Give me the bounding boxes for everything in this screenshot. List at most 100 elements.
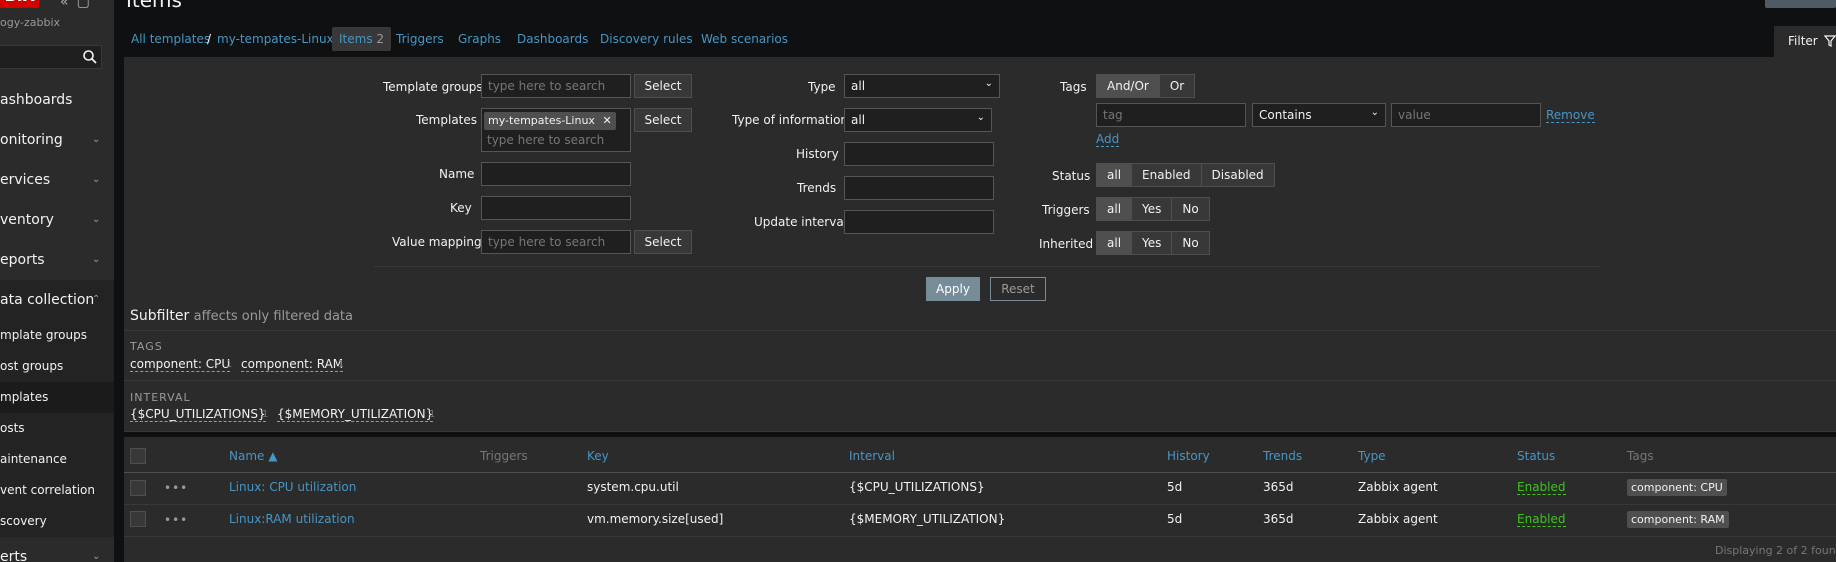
sidebar-subitem-event-correlation[interactable]: vent correlation (0, 475, 114, 506)
templates-input-placeholder[interactable]: type here to search (487, 133, 604, 147)
tag-value-input[interactable]: value (1391, 103, 1541, 127)
tags-andor-option[interactable]: And/Or (1097, 75, 1160, 97)
column-header-trends[interactable]: Trends (1263, 449, 1302, 463)
subfilter-subtitle: affects only filtered data (193, 309, 353, 324)
zabbix-logo[interactable]: BIX (0, 0, 39, 8)
subfilter-tag-cpu[interactable]: component: CPU (130, 357, 231, 372)
table-row-key: system.cpu.util (587, 480, 679, 494)
table-row-tag: component: RAM (1627, 511, 1729, 528)
filter-divider (374, 266, 1600, 267)
tab-web-scenarios[interactable]: Web scenarios (701, 32, 788, 46)
trends-label: Trends (797, 181, 837, 195)
triggers-toggle[interactable]: all Yes No (1096, 197, 1210, 221)
tag-operator-select[interactable]: Contains ⌄ (1252, 103, 1386, 127)
tag-add-link[interactable]: Add (1096, 132, 1120, 147)
inherited-toggle[interactable]: all Yes No (1096, 231, 1210, 255)
filter-tab[interactable]: Filter (1774, 26, 1836, 57)
value-mapping-input[interactable]: type here to search (481, 230, 631, 254)
reset-button[interactable]: Reset (990, 277, 1046, 301)
trends-input[interactable] (844, 176, 994, 200)
table-row-item-name[interactable]: Linux: CPU utilization (229, 480, 356, 494)
history-label: History (796, 147, 839, 161)
table-row-trends: 365d (1263, 480, 1294, 494)
template-groups-input[interactable]: type here to search (481, 74, 631, 98)
tab-graphs[interactable]: Graphs (458, 32, 501, 46)
select-all-checkbox[interactable] (130, 448, 146, 464)
table-row-status[interactable]: Enabled (1517, 480, 1566, 495)
template-groups-select-button[interactable]: Select (634, 74, 692, 98)
apply-button[interactable]: Apply (926, 277, 980, 301)
column-header-name[interactable]: Name ▲ (229, 449, 277, 463)
sidebar-item-data-collection[interactable]: ata collection ⌃ (0, 280, 114, 320)
sidebar-controls-icon[interactable]: «▢ (60, 0, 98, 10)
subfilter-interval-cpu-count: 1 (262, 409, 269, 420)
column-header-type[interactable]: Type (1358, 449, 1386, 463)
breadcrumb-separator: / (207, 32, 212, 46)
sidebar-subitem-host-groups[interactable]: ost groups (0, 351, 114, 382)
sidebar-subitem-hosts[interactable]: osts (0, 413, 114, 444)
status-toggle[interactable]: all Enabled Disabled (1096, 163, 1275, 187)
column-header-interval[interactable]: Interval (849, 449, 895, 463)
value-mapping-select-button[interactable]: Select (634, 230, 692, 254)
sidebar-item-reports[interactable]: eports ⌄ (0, 240, 114, 280)
sidebar-item-inventory[interactable]: ventory ⌄ (0, 200, 114, 240)
type-select-value: all (851, 79, 866, 93)
name-label: Name (439, 167, 475, 181)
triggers-yes-option[interactable]: Yes (1132, 198, 1173, 220)
tab-discovery-rules[interactable]: Discovery rules (600, 32, 693, 46)
tags-label: Tags (1060, 80, 1087, 94)
chevron-up-icon: ⌃ (92, 294, 101, 305)
sidebar-subitem-templates[interactable]: mplates (0, 382, 114, 413)
triggers-no-option[interactable]: No (1172, 198, 1208, 220)
name-input[interactable] (481, 162, 631, 186)
templates-select-button[interactable]: Select (634, 108, 692, 132)
tab-items[interactable]: Items 2 (332, 27, 392, 51)
type-of-information-select[interactable]: all ⌄ (844, 108, 992, 132)
sidebar-item-monitoring[interactable]: onitoring ⌄ (0, 120, 114, 160)
update-interval-input[interactable] (844, 210, 994, 234)
table-row-status[interactable]: Enabled (1517, 512, 1566, 527)
column-header-history[interactable]: History (1167, 449, 1210, 463)
more-actions-icon[interactable]: ••• (164, 481, 188, 495)
breadcrumb-template[interactable]: my-tempates-Linux (217, 32, 334, 46)
sidebar-subitem-discovery[interactable]: scovery (0, 506, 114, 537)
triggers-all-option[interactable]: all (1097, 198, 1133, 220)
tag-remove-link[interactable]: Remove (1546, 108, 1595, 123)
row-checkbox[interactable] (130, 480, 146, 496)
tags-or-option[interactable]: Or (1160, 75, 1194, 97)
inherited-yes-option[interactable]: Yes (1132, 232, 1173, 254)
tags-evaltype-toggle[interactable]: And/Or Or (1096, 74, 1196, 98)
sidebar-subitem-template-groups[interactable]: mplate groups (0, 320, 114, 351)
status-disabled-option[interactable]: Disabled (1202, 164, 1274, 186)
server-name: ogy-zabbix (0, 16, 61, 29)
table-row-interval: {$CPU_UTILIZATIONS} (849, 480, 985, 494)
value-mapping-label: Value mapping (392, 235, 482, 249)
tab-triggers[interactable]: Triggers (396, 32, 444, 46)
status-all-option[interactable]: all (1097, 164, 1133, 186)
items-table (124, 437, 1836, 562)
sidebar-item-services[interactable]: ervices ⌄ (0, 160, 114, 200)
status-enabled-option[interactable]: Enabled (1132, 164, 1202, 186)
table-row-item-name[interactable]: Linux:RAM utilization (229, 512, 355, 526)
tab-dashboards[interactable]: Dashboards (517, 32, 588, 46)
column-header-status[interactable]: Status (1517, 449, 1555, 463)
tag-name-input[interactable]: tag (1096, 103, 1246, 127)
type-select[interactable]: all ⌄ (844, 74, 1000, 98)
sidebar-item-dashboards[interactable]: ashboards (0, 80, 114, 120)
chip-remove-icon[interactable]: ✕ (602, 114, 611, 127)
inherited-all-option[interactable]: all (1097, 232, 1133, 254)
header-action-button[interactable] (1765, 0, 1836, 8)
inherited-no-option[interactable]: No (1172, 232, 1208, 254)
row-checkbox[interactable] (130, 511, 146, 527)
sidebar-item-alerts[interactable]: erts ⌄ (0, 537, 114, 562)
breadcrumb-all-templates[interactable]: All templates (131, 32, 210, 46)
sidebar-subitem-maintenance[interactable]: aintenance (0, 444, 114, 475)
key-input[interactable] (481, 196, 631, 220)
column-header-key[interactable]: Key (587, 449, 609, 463)
search-icon[interactable] (82, 49, 98, 65)
subfilter-interval-cpu[interactable]: {$CPU_UTILIZATIONS} (130, 407, 266, 422)
subfilter-tag-ram[interactable]: component: RAM (241, 357, 344, 372)
history-input[interactable] (844, 142, 994, 166)
subfilter-interval-memory[interactable]: {$MEMORY_UTILIZATION} (277, 407, 434, 422)
more-actions-icon[interactable]: ••• (164, 513, 188, 527)
